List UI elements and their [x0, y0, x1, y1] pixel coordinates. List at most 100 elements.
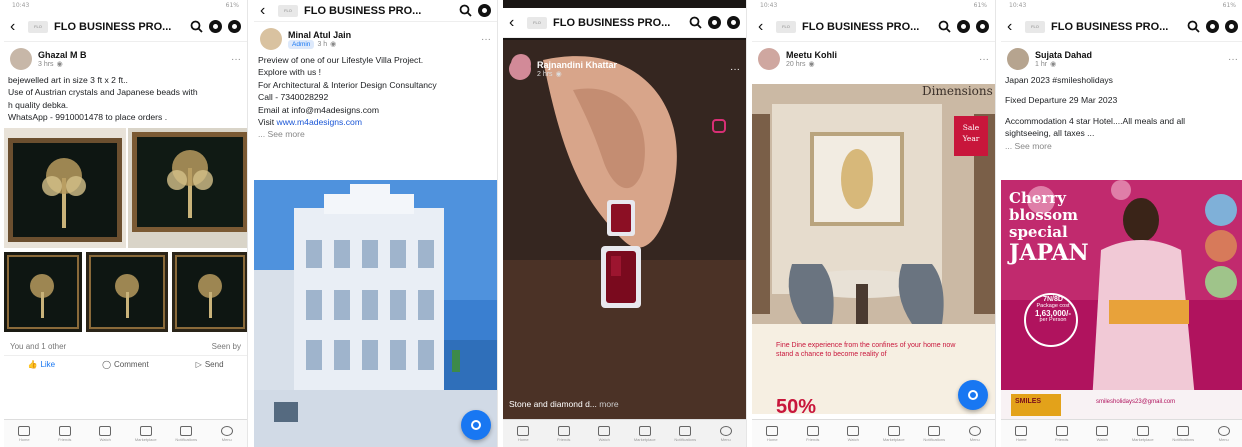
- post-menu-icon[interactable]: ···: [1228, 54, 1238, 65]
- nav-menu[interactable]: Menu: [216, 423, 238, 445]
- search-icon[interactable]: [458, 4, 472, 18]
- post-photo-grid[interactable]: [4, 127, 248, 338]
- menu-icon: [1217, 425, 1230, 436]
- post-menu-icon[interactable]: ···: [231, 54, 241, 65]
- avatar[interactable]: [1007, 48, 1029, 70]
- notification-bell-icon[interactable]: [1206, 20, 1219, 33]
- nav-marketplace[interactable]: Marketplace: [883, 423, 905, 445]
- see-more-link[interactable]: ... See more: [1005, 140, 1240, 152]
- post-header: Minal Atul Jain Admin 3 h ◉ ···: [254, 22, 497, 54]
- more-options-icon[interactable]: [1225, 20, 1238, 33]
- nav-home[interactable]: Home: [13, 423, 35, 445]
- post-time: 3 hrs: [38, 60, 54, 68]
- nav-marketplace[interactable]: Marketplace: [135, 423, 157, 445]
- like-button[interactable]: 👍 Like: [27, 360, 55, 369]
- phone-screen-2: ‹ FLO FLO BUSINESS PRO... Minal Atul Jai…: [254, 0, 498, 447]
- nav-notifications[interactable]: Notifications: [674, 423, 696, 445]
- nav-label: Notifications: [175, 436, 198, 442]
- nav-watch[interactable]: Watch: [94, 423, 116, 445]
- post-author[interactable]: Minal Atul Jain: [288, 30, 351, 40]
- comment-button[interactable]: ◯ Comment: [102, 360, 149, 369]
- search-icon[interactable]: [688, 16, 702, 30]
- notification-bell-icon[interactable]: [708, 16, 721, 29]
- post-author[interactable]: Rajnandini Khattar: [537, 60, 617, 70]
- seen-by[interactable]: Seen by: [212, 342, 241, 351]
- avatar[interactable]: [509, 58, 531, 80]
- poster-email: smilesholidays23@gmail.com: [1096, 399, 1176, 405]
- notification-bell-icon[interactable]: [209, 20, 222, 33]
- nav-home[interactable]: Home: [512, 423, 534, 445]
- post-author[interactable]: Sujata Dahad: [1035, 50, 1092, 60]
- avatar[interactable]: [758, 48, 780, 70]
- compose-button[interactable]: [461, 410, 491, 440]
- post-header: Meetu Kohli 20 hrs ◉ ···: [752, 42, 995, 74]
- group-title[interactable]: FLO BUSINESS PRO...: [304, 5, 452, 17]
- nav-watch[interactable]: Watch: [1091, 423, 1113, 445]
- bell-icon: [1177, 425, 1190, 436]
- post-line: WhatsApp - 9910001478 to place orders .: [8, 112, 168, 123]
- nav-friends[interactable]: Friends: [802, 423, 824, 445]
- back-arrow-icon[interactable]: ‹: [1007, 18, 1019, 36]
- group-title[interactable]: FLO BUSINESS PRO...: [1051, 21, 1180, 33]
- post-menu-icon[interactable]: ···: [481, 34, 491, 45]
- see-more-link[interactable]: more: [599, 399, 618, 409]
- nav-friends[interactable]: Friends: [553, 423, 575, 445]
- nav-marketplace[interactable]: Marketplace: [634, 423, 656, 445]
- send-button[interactable]: ▷ Send: [196, 360, 224, 369]
- villa-render-image[interactable]: [254, 180, 498, 447]
- nav-label: Menu: [1218, 436, 1229, 442]
- top-bar: ‹ FLO FLO BUSINESS PRO...: [503, 8, 746, 38]
- back-arrow-icon[interactable]: ‹: [260, 2, 272, 20]
- more-options-icon[interactable]: [478, 4, 491, 17]
- post-menu-icon[interactable]: ···: [979, 54, 989, 65]
- nav-home[interactable]: Home: [761, 423, 783, 445]
- nav-menu[interactable]: Menu: [715, 423, 737, 445]
- nav-notifications[interactable]: Notifications: [923, 423, 945, 445]
- nav-label: Notifications: [674, 436, 697, 442]
- status-time: 10:43: [760, 2, 778, 9]
- nav-label: Friends: [1055, 436, 1069, 442]
- website-link[interactable]: www.m4adesigns.com: [276, 117, 362, 127]
- see-more-link[interactable]: ... See more: [258, 128, 493, 140]
- search-icon[interactable]: [937, 20, 951, 34]
- more-options-icon[interactable]: [228, 20, 241, 33]
- avatar[interactable]: [260, 28, 282, 50]
- group-title[interactable]: FLO BUSINESS PRO...: [54, 21, 183, 33]
- earring-photo[interactable]: [503, 40, 747, 420]
- more-options-icon[interactable]: [976, 20, 989, 33]
- group-title[interactable]: FLO BUSINESS PRO...: [802, 21, 931, 33]
- notification-bell-icon[interactable]: [957, 20, 970, 33]
- search-icon[interactable]: [189, 20, 203, 34]
- nav-menu[interactable]: Menu: [1213, 423, 1235, 445]
- avatar[interactable]: [10, 48, 32, 70]
- nav-menu[interactable]: Menu: [964, 423, 986, 445]
- nav-notifications[interactable]: Notifications: [175, 423, 197, 445]
- group-title[interactable]: FLO BUSINESS PRO...: [553, 17, 682, 29]
- nav-watch[interactable]: Watch: [593, 423, 615, 445]
- brand-name: Dimensions: [922, 84, 993, 98]
- status-battery: 61%: [973, 2, 987, 9]
- nav-friends[interactable]: Friends: [1051, 423, 1073, 445]
- back-arrow-icon[interactable]: ‹: [758, 18, 770, 36]
- price-badge: 7N/8D Package cost 1,63,000/- per Person: [1025, 296, 1081, 324]
- poster-logo: SMILES: [1015, 398, 1042, 405]
- post-time: 3 h: [317, 40, 328, 48]
- nav-notifications[interactable]: Notifications: [1172, 423, 1194, 445]
- post-header: Sujata Dahad 1 hr ◉ ···: [1001, 42, 1242, 74]
- back-arrow-icon[interactable]: ‹: [10, 18, 22, 36]
- nav-friends[interactable]: Friends: [54, 423, 76, 445]
- home-icon: [517, 425, 530, 436]
- more-options-icon[interactable]: [727, 16, 740, 29]
- post-actions: 👍 Like ◯ Comment ▷ Send: [4, 354, 247, 373]
- friends-icon: [557, 425, 570, 436]
- back-arrow-icon[interactable]: ‹: [509, 14, 521, 32]
- nav-marketplace[interactable]: Marketplace: [1132, 423, 1154, 445]
- post-author[interactable]: Ghazal M B: [38, 50, 87, 60]
- search-icon[interactable]: [1186, 20, 1200, 34]
- post-author[interactable]: Meetu Kohli: [786, 50, 837, 60]
- nav-watch[interactable]: Watch: [842, 423, 864, 445]
- reaction-count[interactable]: You and 1 other: [10, 342, 66, 351]
- nav-home[interactable]: Home: [1010, 423, 1032, 445]
- compose-button[interactable]: [958, 380, 988, 410]
- post-menu-icon[interactable]: ···: [730, 64, 740, 75]
